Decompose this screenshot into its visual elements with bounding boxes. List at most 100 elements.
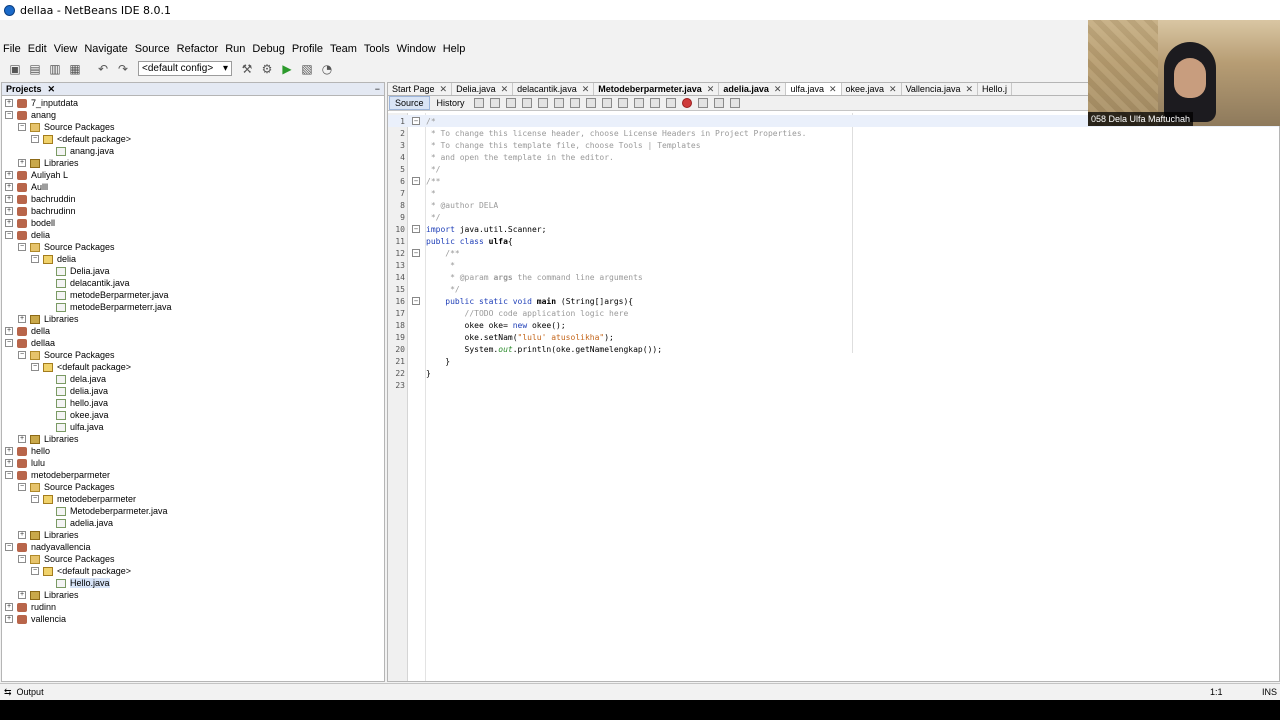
fold-toggle-icon[interactable]: − [412, 225, 420, 233]
menu-item-debug[interactable]: Debug [252, 43, 284, 55]
code-line[interactable]: 3 * To change this template file, choose… [388, 139, 1279, 151]
stop-macro-icon[interactable] [697, 98, 708, 108]
tree-node[interactable]: dela.java [2, 373, 384, 385]
expand-icon[interactable]: + [5, 447, 13, 455]
tree-node[interactable]: − nadyavallencia [2, 541, 384, 553]
tab-projects[interactable]: Projects ✕ [6, 84, 55, 95]
menu-item-refactor[interactable]: Refactor [177, 43, 219, 55]
tree-node[interactable]: − metodeberparmeter [2, 469, 384, 481]
collapse-icon[interactable]: − [31, 495, 39, 503]
editor-tab[interactable]: Delia.java ✕ [452, 83, 514, 95]
menu-item-file[interactable]: File [3, 43, 21, 55]
clean-build-icon[interactable]: ⚙ [258, 60, 276, 77]
close-icon[interactable]: ✕ [774, 84, 782, 95]
collapse-icon[interactable]: − [18, 123, 26, 131]
tree-node[interactable]: − delia [2, 253, 384, 265]
editor-tab[interactable]: ulfa.java ✕ [786, 83, 842, 95]
code-line[interactable]: 19 oke.setNam("lulu' atusolikha"); [388, 331, 1279, 343]
tree-node[interactable]: + Aulll [2, 181, 384, 193]
expand-icon[interactable]: + [18, 159, 26, 167]
tree-node[interactable]: − Source Packages [2, 553, 384, 565]
editor-tab[interactable]: okee.java ✕ [842, 83, 902, 95]
open-project-icon[interactable]: ▥ [46, 60, 64, 77]
tree-node[interactable]: metodeBerparmeter.java [2, 289, 384, 301]
expand-icon[interactable]: + [18, 315, 26, 323]
editor-tab[interactable]: adelia.java ✕ [719, 83, 787, 95]
collapse-icon[interactable]: − [31, 363, 39, 371]
collapse-icon[interactable]: − [5, 339, 13, 347]
code-line[interactable]: 17 //TODO code application logic here [388, 307, 1279, 319]
expand-icon[interactable]: + [5, 171, 13, 179]
new-file-icon[interactable]: ▣ [6, 60, 24, 77]
code-line[interactable]: 10− import java.util.Scanner; [388, 223, 1279, 235]
editor-tab[interactable]: Metodeberparmeter.java ✕ [594, 83, 720, 95]
tree-node[interactable]: + Libraries [2, 589, 384, 601]
collapse-icon[interactable]: − [5, 471, 13, 479]
last-edit-icon[interactable] [505, 98, 516, 108]
collapse-icon[interactable]: − [18, 351, 26, 359]
code-line[interactable]: 23 [388, 379, 1279, 391]
collapse-icon[interactable]: − [18, 483, 26, 491]
expand-icon[interactable]: + [5, 183, 13, 191]
toggle-highlight-icon[interactable] [569, 98, 580, 108]
editor-tab[interactable]: delacantik.java ✕ [513, 83, 595, 95]
find-next-icon[interactable] [553, 98, 564, 108]
tree-node[interactable]: ulfa.java [2, 421, 384, 433]
tree-node[interactable]: + Libraries [2, 433, 384, 445]
minimize-icon[interactable]: − [375, 84, 380, 94]
expand-icon[interactable]: + [18, 531, 26, 539]
code-line[interactable]: 20 System.out.println(oke.getNamelengkap… [388, 343, 1279, 355]
back-icon[interactable] [473, 98, 484, 108]
code-line[interactable]: 13 * [388, 259, 1279, 271]
prev-bookmark-icon[interactable] [601, 98, 612, 108]
tree-node[interactable]: − <default package> [2, 565, 384, 577]
collapse-icon[interactable]: − [5, 111, 13, 119]
comment-icon[interactable] [713, 98, 724, 108]
tree-node[interactable]: delia.java [2, 385, 384, 397]
menu-item-edit[interactable]: Edit [28, 43, 47, 55]
uncomment-icon[interactable] [729, 98, 740, 108]
close-icon[interactable]: ✕ [889, 84, 897, 95]
config-select[interactable]: <default config> ▾ [138, 61, 232, 76]
tree-node[interactable]: − anang [2, 109, 384, 121]
tree-node[interactable]: − Source Packages [2, 121, 384, 133]
menu-item-view[interactable]: View [54, 43, 78, 55]
menu-item-profile[interactable]: Profile [292, 43, 323, 55]
close-icon[interactable]: ✕ [829, 84, 837, 95]
build-icon[interactable]: ⚒ [238, 60, 256, 77]
tab-source[interactable]: Source [389, 96, 430, 110]
tree-node[interactable]: − metodeberparmeter [2, 493, 384, 505]
tree-node[interactable]: + lulu [2, 457, 384, 469]
tree-node[interactable]: metodeBerparmeterr.java [2, 301, 384, 313]
code-line[interactable]: 22} [388, 367, 1279, 379]
tree-node[interactable]: − Source Packages [2, 241, 384, 253]
expand-icon[interactable]: + [5, 459, 13, 467]
tree-node[interactable]: adelia.java [2, 517, 384, 529]
tree-node[interactable]: + della [2, 325, 384, 337]
menu-item-window[interactable]: Window [397, 43, 436, 55]
code-line[interactable]: 15 */ [388, 283, 1279, 295]
close-icon[interactable]: ✕ [707, 84, 715, 95]
tree-node[interactable]: + Libraries [2, 529, 384, 541]
menu-item-navigate[interactable]: Navigate [84, 43, 127, 55]
forward-icon[interactable] [489, 98, 500, 108]
tree-node[interactable]: − dellaa [2, 337, 384, 349]
new-project-icon[interactable]: ▤ [26, 60, 44, 77]
editor-tab[interactable]: Start Page ✕ [388, 83, 453, 95]
collapse-icon[interactable]: − [18, 243, 26, 251]
collapse-icon[interactable]: − [31, 567, 39, 575]
tree-node[interactable]: − Source Packages [2, 349, 384, 361]
tree-node[interactable]: Metodeberparmeter.java [2, 505, 384, 517]
redo-icon[interactable]: ↷ [114, 60, 132, 77]
tree-node[interactable]: delacantik.java [2, 277, 384, 289]
tree-node[interactable]: + bachrudinn [2, 205, 384, 217]
code-line[interactable]: 6−/** [388, 175, 1279, 187]
close-icon[interactable]: ✕ [965, 84, 973, 95]
close-icon[interactable]: ✕ [48, 84, 56, 95]
tree-node[interactable]: + Libraries [2, 157, 384, 169]
code-line[interactable]: 11 public class ulfa{ [388, 235, 1279, 247]
tab-history[interactable]: History [432, 97, 470, 109]
shift-left-icon[interactable] [649, 98, 660, 108]
tree-node[interactable]: hello.java [2, 397, 384, 409]
profile-icon[interactable]: ◔ [318, 60, 336, 77]
